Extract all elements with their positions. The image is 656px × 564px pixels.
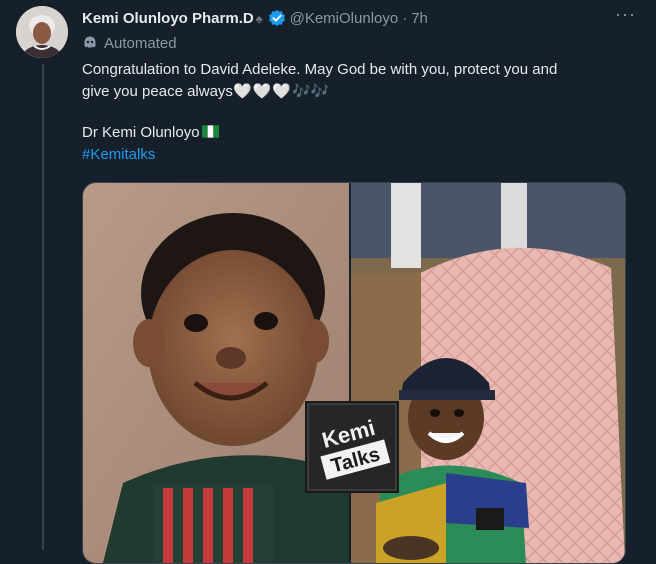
- spade-icon: ♠: [255, 10, 263, 26]
- music-notes-emoji: 🎶🎶: [291, 83, 330, 100]
- nigeria-flag-icon: [201, 125, 219, 138]
- more-options-icon[interactable]: ···: [615, 4, 636, 25]
- tweet-text-line-2-text: give you peace always: [82, 83, 233, 100]
- verified-badge-icon: [268, 9, 285, 27]
- tweet-body: Congratulation to David Adeleke. May God…: [82, 59, 642, 166]
- kemitalks-watermark-logo: Kemi Talks: [305, 401, 399, 493]
- author-name[interactable]: Kemi Olunloyo Pharm.D: [82, 10, 254, 27]
- tweet-text-line-1: Congratulation to David Adeleke. May God…: [82, 61, 558, 78]
- separator-dot: ·: [402, 9, 408, 27]
- hashtag-link[interactable]: #Kemitalks: [82, 144, 642, 166]
- child-photo-right[interactable]: [351, 183, 625, 563]
- bot-icon: [84, 36, 96, 48]
- thread-connector-line: [42, 64, 44, 550]
- automated-label: Automated: [82, 33, 177, 53]
- tweet-header: Kemi Olunloyo Pharm.D ♠ @KemiOlunloyo · …: [82, 4, 636, 28]
- white-heart-emoji: 🤍🤍🤍: [232, 83, 292, 100]
- author-handle[interactable]: @KemiOlunloyo: [290, 10, 399, 27]
- baby-photo-left[interactable]: [83, 183, 349, 563]
- tweet-signature: Dr Kemi Olunloyo: [82, 122, 642, 144]
- avatar-image: [16, 6, 68, 58]
- tweet-media[interactable]: Kemi Talks: [82, 182, 626, 564]
- automated-label-text: Automated: [104, 34, 177, 52]
- tweet-text-line-2: give you peace always🤍🤍🤍🎶🎶: [82, 81, 642, 103]
- avatar[interactable]: [16, 6, 68, 58]
- tweet-timestamp[interactable]: 7h: [411, 10, 428, 27]
- signature-text: Dr Kemi Olunloyo: [82, 124, 200, 141]
